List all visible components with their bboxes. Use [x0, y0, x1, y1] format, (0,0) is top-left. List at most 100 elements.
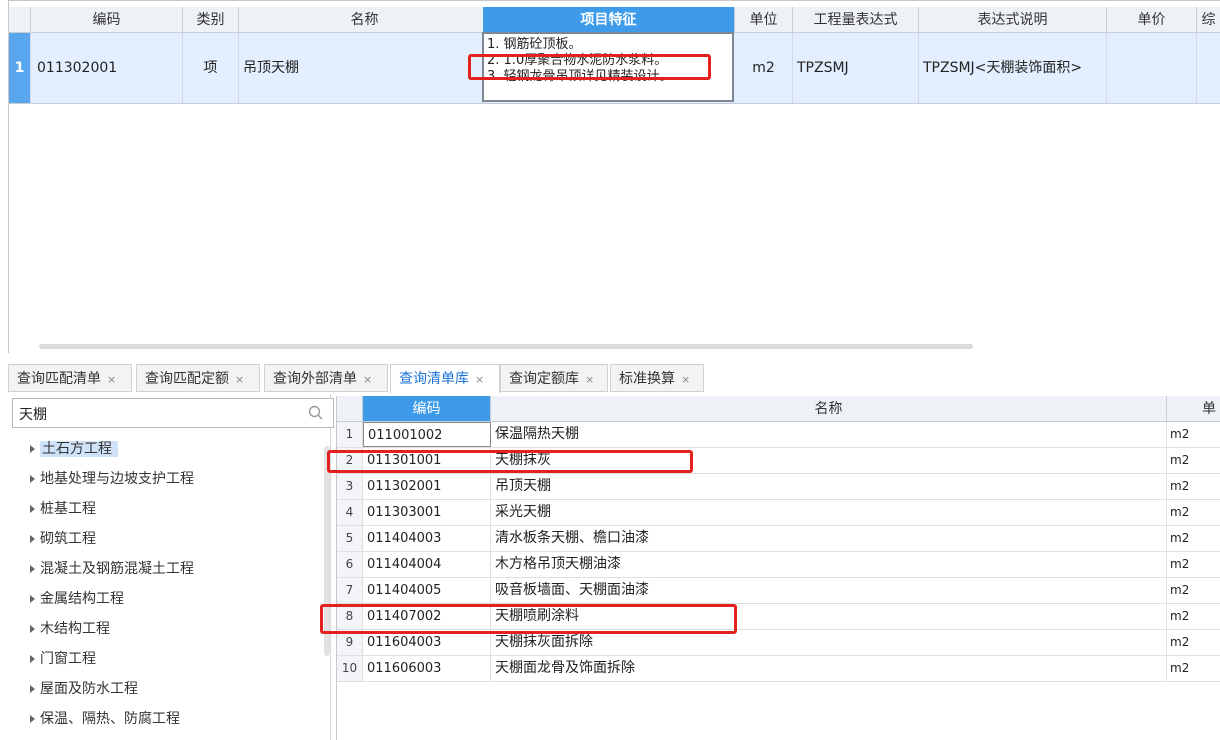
table-row[interactable]: 1 011001002 保温隔热天棚 m2 — [337, 422, 1220, 448]
row-number-header — [337, 396, 363, 422]
expand-arrow-icon[interactable] — [30, 564, 35, 573]
cell-category[interactable]: 项 — [183, 33, 239, 103]
cell-unit[interactable]: m2 — [735, 33, 793, 103]
header-code[interactable]: 编码 — [363, 396, 491, 422]
table-row[interactable]: 3 011302001 吊顶天棚 m2 — [337, 474, 1220, 500]
header-unit-price[interactable]: 单价 — [1107, 7, 1197, 33]
cell-unit[interactable]: m2 — [1167, 604, 1220, 629]
cell-unit[interactable]: m2 — [1167, 656, 1220, 681]
row-number: 10 — [337, 656, 363, 681]
cell-name[interactable]: 吊顶天棚 — [239, 33, 483, 103]
tab-label: 标准换算 — [619, 371, 675, 387]
cell-code[interactable]: 011404005 — [363, 578, 491, 603]
search-input[interactable] — [17, 402, 291, 426]
tree-item-pile[interactable]: 桩基工程 — [14, 496, 96, 522]
close-icon[interactable]: × — [585, 373, 594, 386]
cell-name[interactable]: 采光天棚 — [491, 500, 1167, 525]
header-code[interactable]: 编码 — [31, 7, 183, 33]
tab-match-list[interactable]: 查询匹配清单 × — [8, 364, 132, 392]
table-row[interactable]: 10 011606003 天棚面龙骨及饰面拆除 m2 — [337, 656, 1220, 682]
expand-arrow-icon[interactable] — [30, 684, 35, 693]
tab-label: 查询清单库 — [399, 371, 469, 387]
tree-item-roof-waterproof[interactable]: 屋面及防水工程 — [14, 676, 138, 702]
close-icon[interactable]: × — [475, 373, 484, 386]
header-expr-desc[interactable]: 表达式说明 — [919, 7, 1107, 33]
cell-quantity-expr[interactable]: TPZSMJ — [793, 33, 919, 103]
table-row[interactable]: 7 011404005 吸音板墙面、天棚面油漆 m2 — [337, 578, 1220, 604]
cell-code[interactable]: 011001002 — [363, 422, 491, 447]
row-number[interactable]: 1 — [9, 33, 31, 103]
expand-arrow-icon[interactable] — [30, 534, 35, 543]
cell-name[interactable]: 清水板条天棚、檐口油漆 — [491, 526, 1167, 551]
highlight-box-row-2 — [327, 450, 693, 473]
cell-code[interactable]: 011302001 — [31, 33, 183, 103]
cell-unit[interactable]: m2 — [1167, 474, 1220, 499]
tab-label: 查询匹配定额 — [145, 371, 229, 387]
cell-unit[interactable]: m2 — [1167, 448, 1220, 473]
tree-item-doors-windows[interactable]: 门窗工程 — [14, 646, 96, 672]
header-unit[interactable]: 单位 — [735, 7, 793, 33]
tab-match-quota[interactable]: 查询匹配定额 × — [136, 364, 260, 392]
header-name[interactable]: 名称 — [239, 7, 491, 33]
close-icon[interactable]: × — [235, 373, 244, 386]
category-tree-panel: 土石方工程 地基处理与边坡支护工程 桩基工程 砌筑工程 混凝土及钢筋混凝土工程 … — [8, 394, 334, 740]
feature-line-1: 1. 钢筋砼顶板。 — [487, 37, 582, 52]
expand-arrow-icon[interactable] — [30, 714, 35, 723]
close-icon[interactable]: × — [681, 373, 690, 386]
tree-item-concrete[interactable]: 混凝土及钢筋混凝土工程 — [14, 556, 194, 582]
tree-item-masonry[interactable]: 砌筑工程 — [14, 526, 96, 552]
expand-arrow-icon[interactable] — [30, 444, 35, 453]
list-library-grid: 编码 名称 单 1 011001002 保温隔热天棚 m2 2 01130100… — [336, 396, 1220, 740]
search-icon[interactable] — [307, 404, 325, 422]
header-quantity-expr[interactable]: 工程量表达式 — [793, 7, 919, 33]
row-number: 6 — [337, 552, 363, 577]
header-unit[interactable]: 单 — [1167, 396, 1220, 422]
cell-name[interactable]: 木方格吊顶天棚油漆 — [491, 552, 1167, 577]
header-features[interactable]: 项目特征 — [483, 7, 735, 33]
cell-name[interactable]: 吊顶天棚 — [491, 474, 1167, 499]
table-row[interactable]: 4 011303001 采光天棚 m2 — [337, 500, 1220, 526]
expand-arrow-icon[interactable] — [30, 504, 35, 513]
highlight-box-feature — [468, 54, 711, 80]
close-icon[interactable]: × — [107, 373, 116, 386]
cell-code[interactable]: 011404004 — [363, 552, 491, 577]
cell-code[interactable]: 011606003 — [363, 656, 491, 681]
tree-item-wood-structure[interactable]: 木结构工程 — [14, 616, 110, 642]
cell-code[interactable]: 011302001 — [363, 474, 491, 499]
cell-unit[interactable]: m2 — [1167, 422, 1220, 447]
tab-label: 查询匹配清单 — [17, 371, 101, 387]
tree-item-foundation-treatment[interactable]: 地基处理与边坡支护工程 — [14, 466, 194, 492]
tab-list-library[interactable]: 查询清单库 × — [390, 364, 500, 394]
tree-item-earthwork[interactable]: 土石方工程 — [14, 436, 118, 462]
tab-quota-library[interactable]: 查询定额库 × — [500, 364, 608, 392]
cell-unit-price[interactable] — [1107, 33, 1197, 103]
expand-arrow-icon[interactable] — [30, 594, 35, 603]
cell-unit[interactable]: m2 — [1167, 526, 1220, 551]
row-number: 3 — [337, 474, 363, 499]
cell-name[interactable]: 保温隔热天棚 — [491, 422, 1167, 447]
tab-external-list[interactable]: 查询外部清单 × — [264, 364, 388, 392]
table-row[interactable]: 5 011404003 清水板条天棚、檐口油漆 m2 — [337, 526, 1220, 552]
cell-unit[interactable]: m2 — [1167, 500, 1220, 525]
cell-expr-desc[interactable]: TPZSMJ<天棚装饰面积> — [919, 33, 1107, 103]
expand-arrow-icon[interactable] — [30, 474, 35, 483]
horizontal-scrollbar[interactable] — [39, 344, 973, 349]
table-row[interactable]: 6 011404004 木方格吊顶天棚油漆 m2 — [337, 552, 1220, 578]
header-extra[interactable]: 综 — [1197, 7, 1220, 33]
cell-unit[interactable]: m2 — [1167, 578, 1220, 603]
cell-code[interactable]: 011404003 — [363, 526, 491, 551]
expand-arrow-icon[interactable] — [30, 624, 35, 633]
cell-unit[interactable]: m2 — [1167, 552, 1220, 577]
tab-standard-conversion[interactable]: 标准换算 × — [610, 364, 704, 392]
tree-item-metal-structure[interactable]: 金属结构工程 — [14, 586, 124, 612]
header-name[interactable]: 名称 — [491, 396, 1167, 422]
cell-unit[interactable]: m2 — [1167, 630, 1220, 655]
search-box[interactable] — [12, 398, 334, 428]
cell-name[interactable]: 天棚面龙骨及饰面拆除 — [491, 656, 1167, 681]
close-icon[interactable]: × — [363, 373, 372, 386]
tree-item-insulation[interactable]: 保温、隔热、防腐工程 — [14, 706, 180, 732]
cell-code[interactable]: 011303001 — [363, 500, 491, 525]
header-category[interactable]: 类别 — [183, 7, 239, 33]
cell-name[interactable]: 吸音板墙面、天棚面油漆 — [491, 578, 1167, 603]
expand-arrow-icon[interactable] — [30, 654, 35, 663]
